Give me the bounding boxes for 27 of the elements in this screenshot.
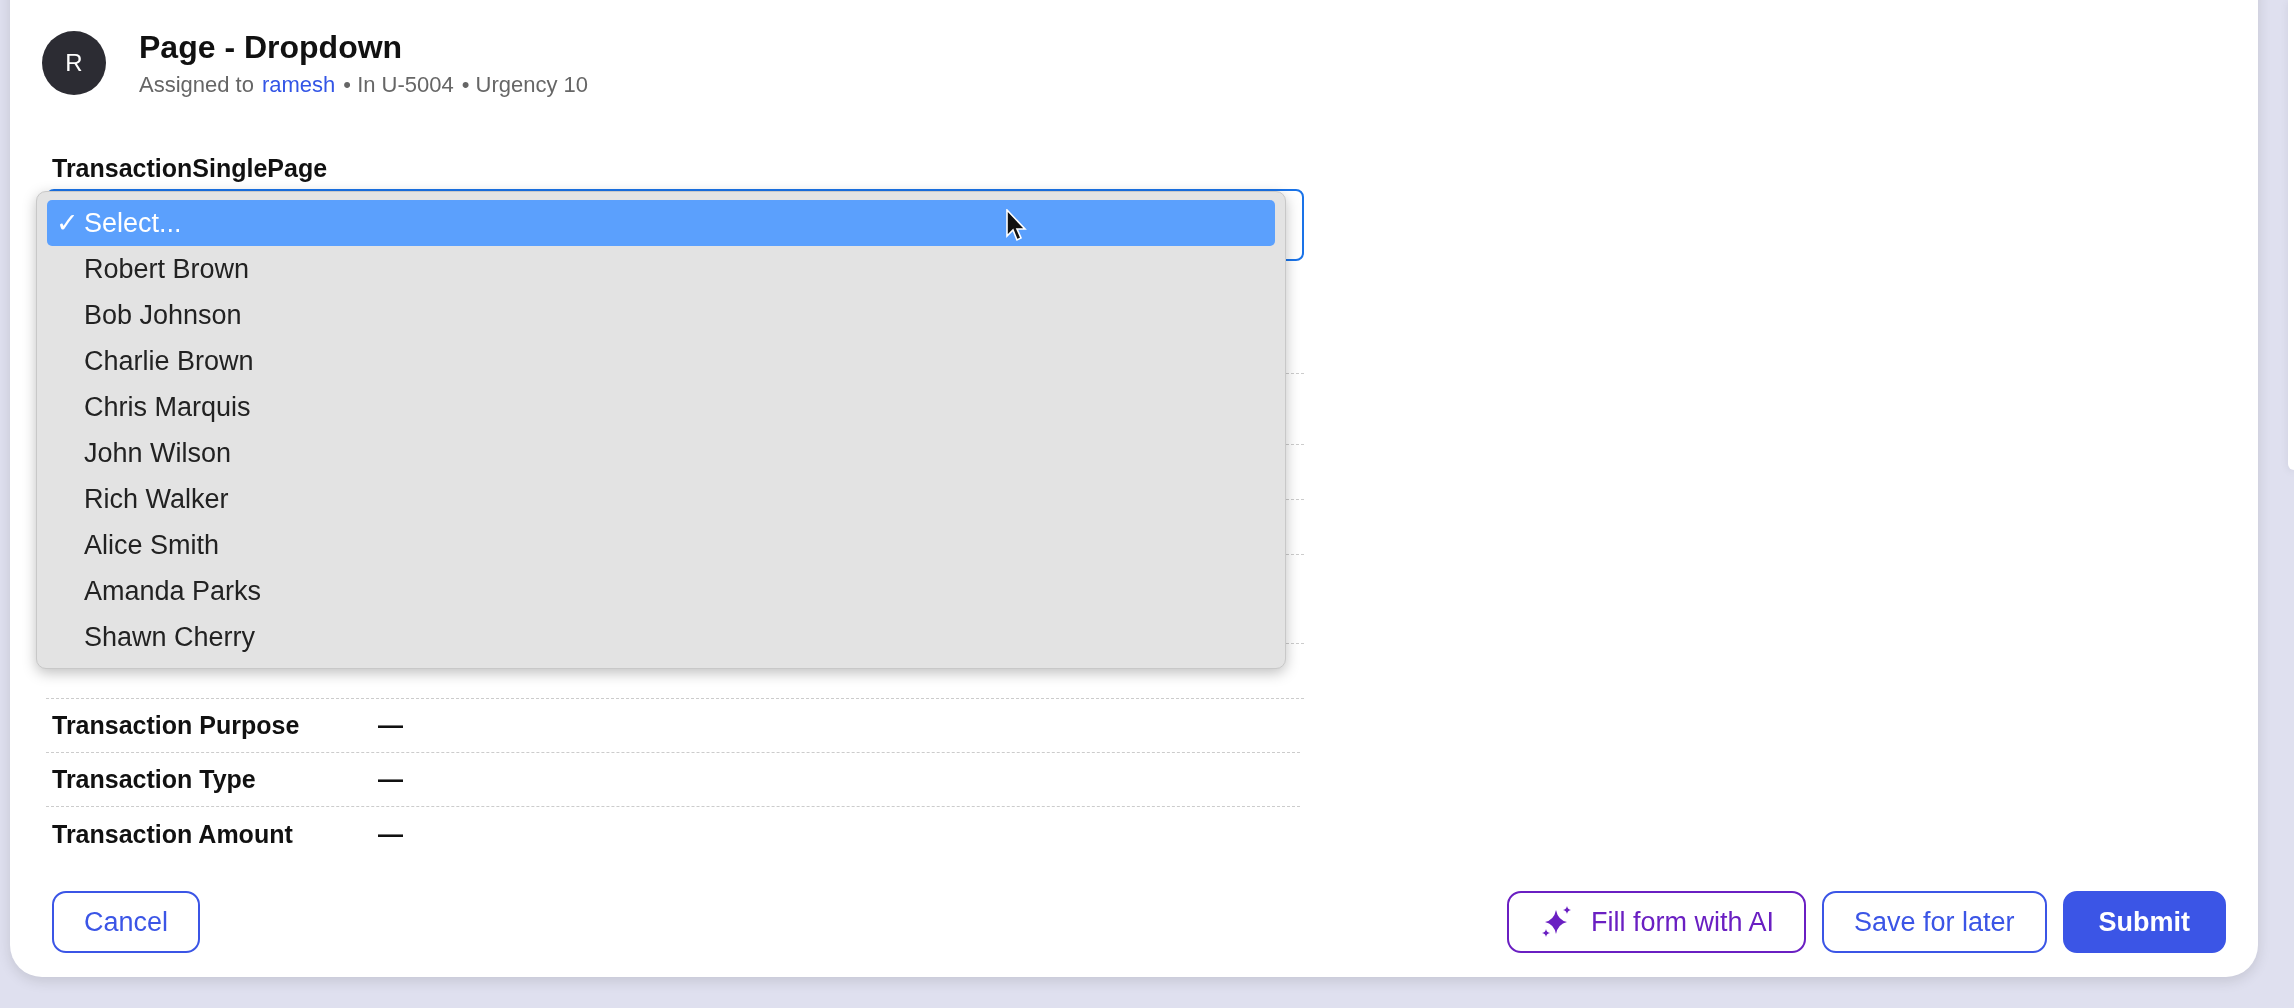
field-label: TransactionSinglePage <box>51 154 329 183</box>
detail-label: Transaction Type <box>52 765 257 794</box>
dropdown-option[interactable]: Bob Johnson <box>47 292 1275 338</box>
location-text: • In U-5004 <box>343 71 454 98</box>
page-title: Page - Dropdown <box>139 28 404 66</box>
detail-value: — <box>378 819 403 849</box>
dropdown-option[interactable]: Chris Marquis <box>47 384 1275 430</box>
detail-value: — <box>378 711 403 740</box>
dropdown-option[interactable]: Charlie Brown <box>47 338 1275 384</box>
dropdown-option[interactable]: Alice Smith <box>47 522 1275 568</box>
dropdown-option[interactable]: Shawn Cherry <box>47 614 1275 660</box>
detail-label: Transaction Amount <box>52 819 294 849</box>
dropdown-option[interactable]: John Wilson <box>47 430 1275 476</box>
detail-label: Transaction Purpose <box>52 711 301 740</box>
assigned-label: Assigned to <box>139 71 254 98</box>
cursor-icon <box>1006 209 1028 243</box>
save-button[interactable]: Save for later <box>1821 891 2047 953</box>
dropdown-option[interactable]: Robert Brown <box>47 246 1275 292</box>
avatar: R <box>42 31 106 95</box>
cancel-button[interactable]: Cancel <box>52 891 201 953</box>
assignee-link[interactable]: ramesh <box>261 71 336 98</box>
submit-button[interactable]: Submit <box>2062 891 2226 953</box>
urgency-text: • Urgency 10 <box>461 71 589 98</box>
detail-value: — <box>378 765 403 794</box>
ai-fill-button[interactable]: Fill form with AI <box>1506 891 1806 953</box>
dropdown-option[interactable]: Amanda Parks <box>47 568 1275 614</box>
dropdown-option[interactable]: Rich Walker <box>47 476 1275 522</box>
